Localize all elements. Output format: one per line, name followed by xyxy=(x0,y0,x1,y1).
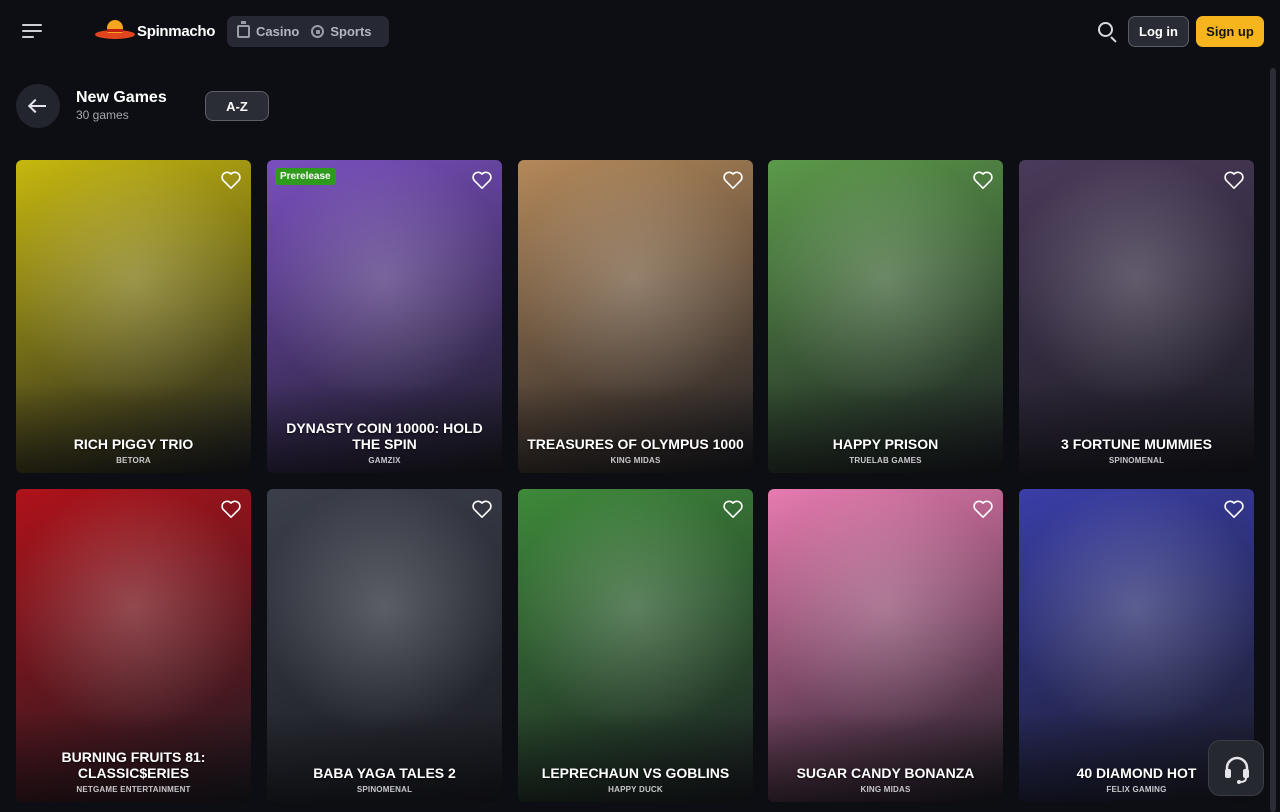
favorite-heart-icon[interactable] xyxy=(471,170,493,190)
brand-name: Spinmacho xyxy=(137,22,216,40)
game-card[interactable]: BABA YAGA TALES 2 SPINOMENAL xyxy=(267,489,502,802)
favorite-heart-icon[interactable] xyxy=(220,170,242,190)
headset-icon xyxy=(1225,756,1249,784)
favorite-heart-icon[interactable] xyxy=(722,499,744,519)
game-card[interactable]: Prerelease DYNASTY COIN 10000: HOLD THE S… xyxy=(267,160,502,473)
tab-casino[interactable]: Casino xyxy=(233,19,303,44)
scrollbar[interactable] xyxy=(1270,68,1276,812)
support-chat-button[interactable] xyxy=(1208,740,1264,796)
game-title: TREASURES OF OLYMPUS 1000 xyxy=(527,436,744,452)
game-card[interactable]: SUGAR CANDY BONANZA KING MIDAS xyxy=(768,489,1003,802)
game-provider: BETORA xyxy=(116,456,151,465)
arrow-left-icon xyxy=(30,105,46,107)
favorite-heart-icon[interactable] xyxy=(471,499,493,519)
game-card[interactable]: HAPPY PRISON TRUELAB GAMES xyxy=(768,160,1003,473)
brand-logo[interactable]: Spinmacho xyxy=(95,18,215,44)
game-provider: NETGAME ENTERTAINMENT xyxy=(76,785,191,794)
game-provider: GAMZIX xyxy=(368,456,401,465)
product-switch: Casino Sports xyxy=(227,16,389,47)
tab-casino-label: Casino xyxy=(256,24,300,39)
game-card[interactable]: 3 FORTUNE MUMMIES SPINOMENAL xyxy=(1019,160,1254,473)
soccer-ball-icon xyxy=(311,25,325,38)
game-provider: SPINOMENAL xyxy=(1108,456,1165,465)
game-title: BURNING FRUITS 81: CLASSIC$ERIES xyxy=(61,749,206,781)
game-provider: SPINOMENAL xyxy=(356,785,413,794)
tab-sports[interactable]: Sports xyxy=(307,19,375,44)
game-title: BABA YAGA TALES 2 xyxy=(313,765,456,781)
scrollbar-thumb[interactable] xyxy=(1270,68,1276,812)
favorite-heart-icon[interactable] xyxy=(1223,499,1245,519)
login-button[interactable]: Log in xyxy=(1128,16,1189,47)
tab-sports-label: Sports xyxy=(330,24,372,39)
game-provider: KING MIDAS xyxy=(860,785,911,794)
favorite-heart-icon[interactable] xyxy=(220,499,242,519)
page-title: New Games xyxy=(76,89,167,106)
favorite-heart-icon[interactable] xyxy=(972,499,994,519)
sombrero-logo-icon xyxy=(95,18,135,44)
casino-icon xyxy=(237,21,250,38)
search-icon[interactable] xyxy=(1097,21,1119,43)
signup-button[interactable]: Sign up xyxy=(1196,16,1264,47)
favorite-heart-icon[interactable] xyxy=(1223,170,1245,190)
game-title: RICH PIGGY TRIO xyxy=(73,436,194,452)
games-count: 30 games xyxy=(76,108,129,122)
game-provider: HAPPY DUCK xyxy=(608,785,663,794)
top-bar: Spinmacho Casino Sports Log in Sign up xyxy=(0,0,1280,64)
favorite-heart-icon[interactable] xyxy=(972,170,994,190)
game-card[interactable]: RICH PIGGY TRIO BETORA xyxy=(16,160,251,473)
menu-icon[interactable] xyxy=(22,24,42,40)
game-card[interactable]: LEPRECHAUN VS GOBLINS HAPPY DUCK xyxy=(518,489,753,802)
game-title: LEPRECHAUN VS GOBLINS xyxy=(541,765,730,781)
favorite-heart-icon[interactable] xyxy=(722,170,744,190)
game-card[interactable]: BURNING FRUITS 81: CLASSIC$ERIES NETGAME … xyxy=(16,489,251,802)
game-title: SUGAR CANDY BONANZA xyxy=(796,765,975,781)
game-title: HAPPY PRISON xyxy=(832,436,939,452)
prerelease-badge: Prerelease xyxy=(275,168,336,185)
back-button[interactable] xyxy=(16,84,60,128)
game-card[interactable]: TREASURES OF OLYMPUS 1000 KING MIDAS xyxy=(518,160,753,473)
sort-az-button[interactable]: A-Z xyxy=(205,91,269,121)
game-title: DYNASTY COIN 10000: HOLD THE SPIN xyxy=(286,420,483,452)
game-provider: TRUELAB GAMES xyxy=(849,456,922,465)
game-provider: KING MIDAS xyxy=(610,456,661,465)
game-title: 3 FORTUNE MUMMIES xyxy=(1061,436,1212,452)
